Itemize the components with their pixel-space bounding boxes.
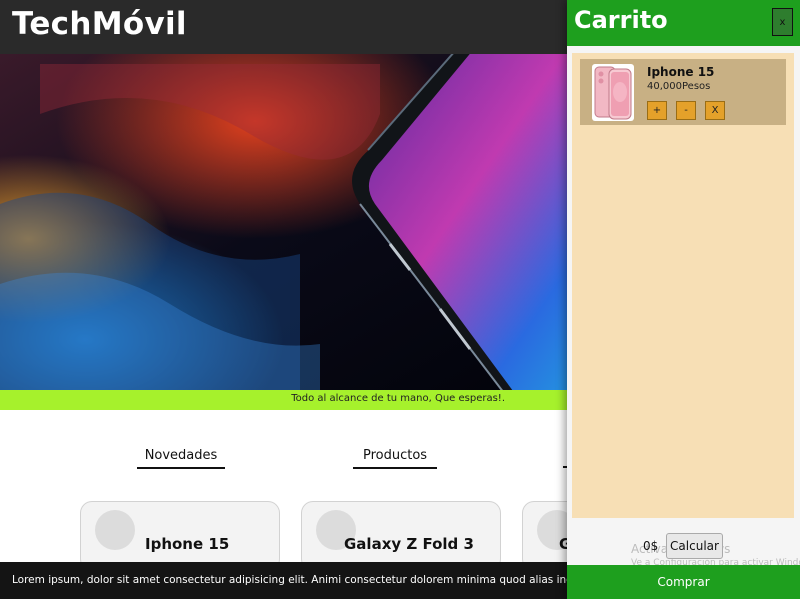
tagline-bar: Todo al alcance de tu mano, Que esperas!… — [0, 390, 567, 410]
product-card[interactable]: Iphone 15 — [80, 501, 280, 571]
cart-item: Iphone 15 40,000Pesos + - X — [580, 59, 786, 125]
tab-productos[interactable]: Productos — [353, 448, 437, 469]
cart-header: Carrito x — [567, 0, 800, 46]
cart-items-list: Iphone 15 40,000Pesos + - X — [572, 53, 794, 518]
remove-item-button[interactable]: X — [705, 101, 725, 120]
cart-panel: Carrito x Iphone 15 40,000Pesos + - X Ac… — [567, 0, 800, 599]
buy-button[interactable]: Comprar — [567, 565, 800, 599]
cart-title: Carrito — [574, 6, 668, 34]
site-footer: Lorem ipsum, dolor sit amet consectetur … — [0, 562, 567, 599]
footer-text: Lorem ipsum, dolor sit amet consectetur … — [12, 574, 567, 586]
brand-logo-text[interactable]: TechMóvil — [12, 6, 187, 42]
decrease-quantity-button[interactable]: - — [676, 101, 696, 120]
increase-quantity-button[interactable]: + — [647, 101, 667, 120]
cart-close-button[interactable]: x — [772, 8, 793, 36]
tab-novedades[interactable]: Novedades — [137, 448, 225, 469]
product-card[interactable]: Galaxy Z Fold 3 — [301, 501, 501, 571]
tagline-text: Todo al alcance de tu mano, Que esperas!… — [291, 393, 505, 404]
calculate-button[interactable]: Calcular — [666, 533, 723, 559]
cart-item-image — [592, 64, 634, 121]
product-image — [95, 510, 135, 550]
product-name: Galaxy Z Fold 3 — [344, 535, 474, 553]
cart-item-price: 40,000Pesos — [647, 81, 711, 92]
product-name: Iphone 15 — [145, 535, 230, 553]
hero-phone-image — [0, 54, 567, 390]
cart-item-name: Iphone 15 — [647, 65, 715, 79]
cart-total: 0$ — [643, 539, 659, 553]
hero-banner: f — [0, 54, 567, 390]
